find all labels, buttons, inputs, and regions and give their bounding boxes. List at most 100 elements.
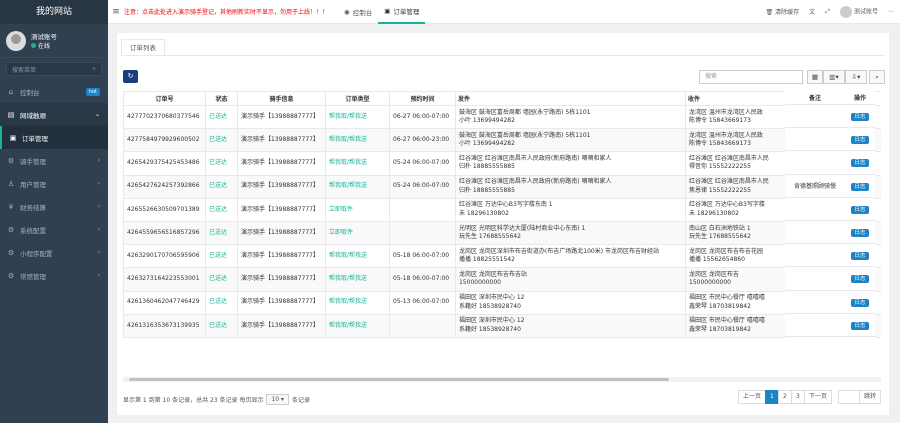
- from-info: 福田区 深圳市民中心 12 系籍好 18538928740: [455, 313, 686, 338]
- table-row[interactable]: 4261316353673139935 已送达 演示骑手【13988887777】帮…: [123, 313, 881, 338]
- log-button[interactable]: 日志: [851, 182, 869, 191]
- next-page-button[interactable]: 下一页: [803, 390, 832, 404]
- sidebar-item-finance[interactable]: ¥ 财务结算 ‹: [0, 195, 108, 218]
- tab-order-list[interactable]: 订单列表: [121, 39, 165, 56]
- fixed-row: 肯德基照顾骑慢 日志: [785, 175, 875, 198]
- notice-text[interactable]: 注意：点击此处进入演示骑手登记，其他刷新实时不显示，勿用于上线！！！: [124, 7, 328, 16]
- jump-page-input[interactable]: [837, 390, 860, 404]
- fixed-row: 日志: [785, 198, 875, 221]
- chevron-left-icon: ‹: [97, 180, 100, 187]
- log-button[interactable]: 日志: [851, 298, 869, 307]
- from-info: 光明区 光明区科学达大厦(陆村商业中心东南) 1 玩先生 17688555642: [455, 220, 686, 246]
- order-time: 05-18 06:00-07:00: [389, 244, 456, 269]
- sidebar: 我的网站 测试账号 在线 搜索菜单 ⌕ ⌂ 控制台 hot ▤ 网域触顺 ⌄ ▣ 订单管理…: [0, 0, 108, 423]
- fullscreen-icon[interactable]: ⤢: [825, 8, 830, 16]
- sidebar-item-dashboard[interactable]: ⌂ 控制台 hot: [0, 80, 108, 103]
- order-time: 05-13 06:00-07:00: [389, 290, 456, 315]
- page-button-3[interactable]: 3: [790, 390, 805, 404]
- table-row[interactable]: 4265427624257392866 已送达 演示骑手【13988887777】帮…: [123, 174, 881, 199]
- more-icon[interactable]: ⋯: [888, 8, 894, 15]
- page-button-2[interactable]: 2: [777, 390, 792, 404]
- pagination: 上一页 1 2 3 下一页 跳转: [737, 390, 881, 404]
- col-order-id[interactable]: 订单号: [123, 91, 206, 106]
- columns-button[interactable]: ▥▾: [823, 70, 845, 84]
- log-button[interactable]: 日志: [851, 229, 869, 238]
- sidebar-item-miniapp[interactable]: ⚙ 小程序配置 ‹: [0, 241, 108, 264]
- col-rider[interactable]: 骑手信息: [237, 91, 326, 106]
- from-address: 鼓海区 鼓海区富岳周都 墙园(永宁路南) 5栋1101: [459, 131, 591, 139]
- page-size-select[interactable]: 10 ▾: [266, 394, 290, 405]
- order-id: 4261360462047746429: [123, 290, 206, 315]
- prev-page-button[interactable]: 上一页: [737, 390, 766, 404]
- refresh-button[interactable]: ↻: [123, 70, 138, 83]
- horizontal-scrollbar[interactable]: [123, 377, 881, 382]
- tab-dashboard[interactable]: ◉ 控制台: [338, 0, 378, 24]
- log-button[interactable]: 日志: [851, 321, 869, 330]
- log-button[interactable]: 日志: [851, 275, 869, 284]
- table-row[interactable]: 4265526630509701389 已送达 演示骑手【13988887777】立…: [123, 197, 881, 222]
- table-row[interactable]: 4264559656516857296 已送达 演示骑手【13988887777】立…: [123, 220, 881, 246]
- sidebar-item-label: 财务结算: [20, 203, 46, 212]
- log-button[interactable]: 日志: [851, 113, 869, 122]
- col-from[interactable]: 发件: [455, 91, 686, 106]
- from-contact: 系籍好 18538928740: [459, 302, 521, 310]
- clear-cache-label: 清除缓存: [775, 9, 800, 16]
- sidebar-item-users[interactable]: ♙ 用户管理 ‹: [0, 172, 108, 195]
- rider-info: 演示骑手【13988887777】: [237, 244, 326, 269]
- from-address: 龙岗区 龙岗区布吉布吉站: [459, 270, 527, 278]
- log-button[interactable]: 日志: [851, 136, 869, 145]
- col-time[interactable]: 预约时间: [389, 91, 456, 106]
- menu-search-input[interactable]: 搜索菜单 ⌕: [6, 62, 102, 76]
- from-address: 福田区 深圳市民中心 12: [459, 317, 525, 325]
- log-button[interactable]: 日志: [851, 252, 869, 261]
- export-button[interactable]: ⇩▾: [845, 70, 867, 84]
- from-info: 鼓海区 鼓海区富岳周都 墙园(永宁路南) 5栋1101 小叶 1369949428…: [455, 104, 686, 130]
- advanced-search-button[interactable]: ⌕: [869, 70, 885, 84]
- chevron-left-icon: ‹: [97, 249, 100, 256]
- export-icon: ⇩▾: [851, 73, 861, 81]
- menu-toggle-icon[interactable]: ≡: [108, 7, 124, 17]
- scrollbar-thumb[interactable]: [129, 378, 669, 381]
- order-status: 已送达: [205, 267, 238, 292]
- table-row[interactable]: 4263290170706595906 已送达 演示骑手【13988887777】帮…: [123, 244, 881, 269]
- page-button-1[interactable]: 1: [764, 390, 779, 404]
- col-note[interactable]: 备注: [785, 91, 845, 104]
- col-type[interactable]: 订单类型: [325, 91, 390, 106]
- col-status[interactable]: 状态: [205, 91, 238, 106]
- sidebar-item-riders[interactable]: ⚙ 骑手管理 ‹: [0, 149, 108, 172]
- table-row[interactable]: 4263273164223553001 已送达 演示骑手【13988887777】帮…: [123, 267, 881, 292]
- order-type: 帮我取/帮我送: [325, 128, 390, 153]
- pagination-info-suffix: 条记录: [292, 397, 311, 404]
- sidebar-item-label: 小程序配置: [20, 249, 53, 258]
- pagination-info: 显示第 1 到第 10 条记录，总共 23 条记录 每页显示 10 ▾ 条记录: [123, 394, 310, 405]
- sidebar-item-common[interactable]: ⚙ 常馆管理 ‹: [0, 264, 108, 287]
- table-row[interactable]: 427770237068037754​6 已送达 演示骑手【13988887777】…: [123, 104, 881, 130]
- sidebar-item-orders[interactable]: ▣ 订单管理: [0, 126, 108, 149]
- log-button[interactable]: 日志: [851, 205, 869, 214]
- sidebar-item-label: 用户管理: [20, 180, 46, 189]
- translate-icon[interactable]: 文: [809, 7, 815, 16]
- jump-button[interactable]: 跳转: [858, 390, 881, 404]
- log-button[interactable]: 日志: [851, 159, 869, 168]
- rider-info: 演示骑手【13988887777】: [237, 267, 326, 292]
- table-row[interactable]: 4261360462047746429 已送达 演示骑手【13988887777】帮…: [123, 290, 881, 315]
- bike-icon: ⚙: [7, 156, 15, 165]
- clear-cache-button[interactable]: 🗑 清除缓存: [766, 7, 800, 16]
- tab-orders[interactable]: ▣ 订单管理: [378, 0, 426, 24]
- order-type: 立即取件: [325, 197, 390, 222]
- account-menu[interactable]: 测试账号: [839, 5, 878, 18]
- sidebar-item-settings[interactable]: ⚙ 系统配置 ‹: [0, 218, 108, 241]
- rider-info: 演示骑手【13988887777】: [237, 128, 326, 153]
- table-search-input[interactable]: 搜索: [699, 70, 803, 84]
- order-type: 帮我取/帮我送: [325, 244, 390, 269]
- user-status: 在线: [31, 41, 57, 50]
- avatar[interactable]: [6, 30, 26, 51]
- table-row[interactable]: 4265429375425453486 已送达 演示骑手【13988887777】帮…: [123, 151, 881, 176]
- table-row[interactable]: 4277584979929600502 已送达 演示骑手【13988887777】帮…: [123, 128, 881, 153]
- order-status: 已送达: [205, 104, 238, 130]
- order-status: 已送达: [205, 128, 238, 153]
- sidebar-item-domain-group[interactable]: ▤ 网域触顺 ⌄: [0, 103, 108, 126]
- site-brand: 我的网站: [0, 0, 108, 24]
- toggle-view-button[interactable]: ▦: [807, 70, 823, 84]
- tab-label: 订单管理: [393, 7, 420, 16]
